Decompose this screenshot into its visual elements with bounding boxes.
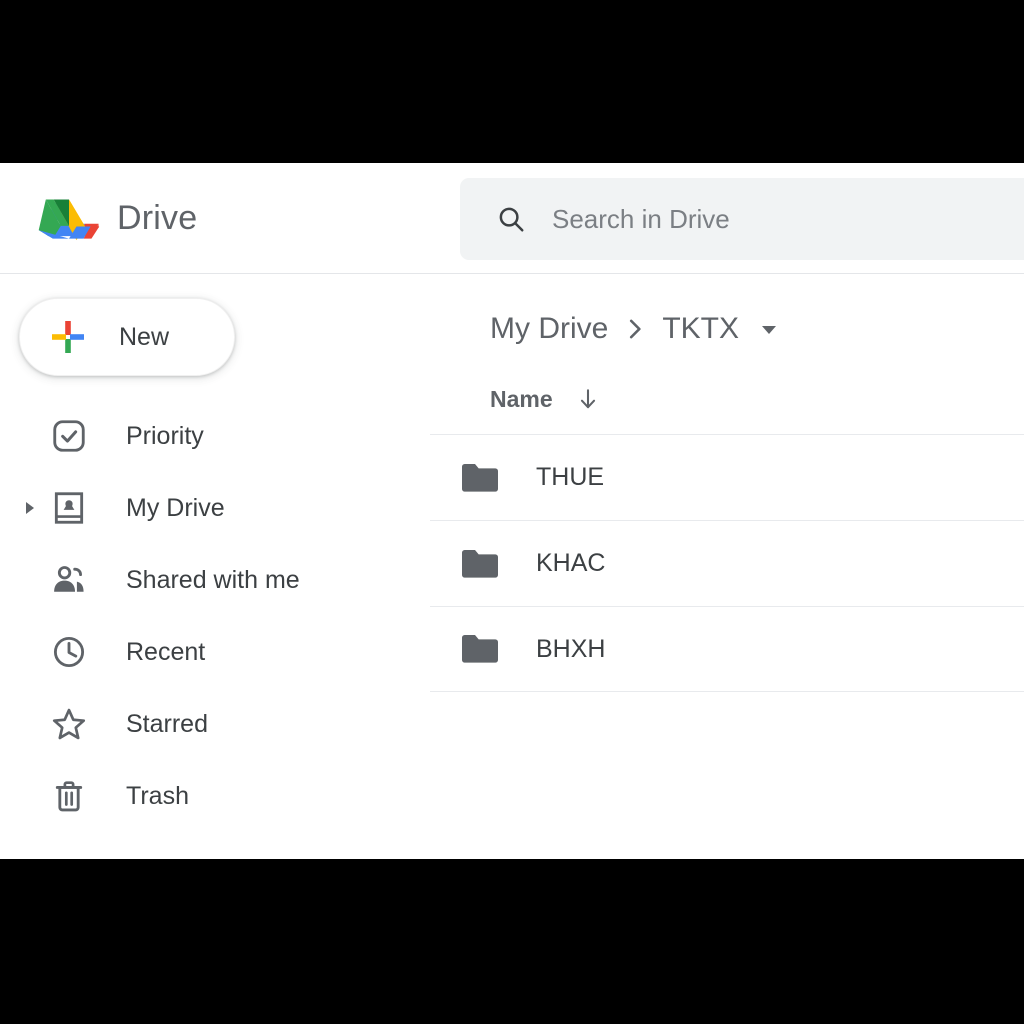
trash-icon <box>55 781 83 812</box>
chevron-right-icon[interactable] <box>22 500 38 516</box>
sidebar-item-label: Priority <box>126 421 204 450</box>
my-drive-icon <box>54 492 84 524</box>
folder-icon <box>462 549 498 578</box>
sidebar-item-recent[interactable]: Recent <box>0 616 430 688</box>
search-bar[interactable] <box>460 178 1024 260</box>
sidebar-item-shared-with-me[interactable]: Shared with me <box>0 544 430 616</box>
sidebar-item-label: Shared with me <box>126 565 300 594</box>
star-icon <box>52 708 86 740</box>
sidebar-item-trash[interactable]: Trash <box>0 760 430 832</box>
brand-area: Drive <box>0 163 430 273</box>
file-name: THUE <box>536 463 605 491</box>
sidebar-item-starred[interactable]: Starred <box>0 688 430 760</box>
table-row[interactable]: KHAC <box>430 520 1024 606</box>
screenshot-canvas: Drive New <box>0 0 1024 1024</box>
sidebar-item-priority[interactable]: Priority <box>0 400 430 472</box>
sidebar-nav-list: Priority My Drive Shared with me Recent … <box>0 400 430 832</box>
column-header-name[interactable]: Name <box>490 387 553 411</box>
google-drive-logo-icon <box>38 199 100 241</box>
people-icon <box>54 566 84 592</box>
breadcrumb-current[interactable]: TKTX <box>662 314 739 344</box>
table-row[interactable]: BHXH <box>430 606 1024 692</box>
sidebar-item-my-drive[interactable]: My Drive <box>0 472 430 544</box>
file-name: BHXH <box>536 634 606 663</box>
sidebar-item-label: Trash <box>126 781 189 810</box>
list-column-header: Name <box>430 364 1024 434</box>
new-button-label: New <box>119 322 170 351</box>
chevron-right-icon <box>630 319 641 339</box>
file-list: THUE KHAC BHXH <box>430 434 1024 692</box>
clock-icon <box>53 636 85 668</box>
folder-icon <box>462 463 498 492</box>
sidebar: New Priority My Drive Shared with me Rec… <box>0 274 430 859</box>
folder-icon <box>462 635 498 663</box>
table-row[interactable]: THUE <box>430 434 1024 520</box>
main-content: My Drive TKTX Name THUE KHAC BHXH <box>430 274 1024 859</box>
plus-icon <box>52 321 84 353</box>
google-drive-app: Drive New <box>0 163 1024 859</box>
sidebar-item-label: Starred <box>126 709 208 738</box>
breadcrumb-root[interactable]: My Drive <box>490 314 608 344</box>
breadcrumb: My Drive TKTX <box>490 299 781 359</box>
search-icon <box>499 207 524 232</box>
sidebar-item-label: Recent <box>126 637 206 666</box>
new-button[interactable]: New <box>19 298 235 376</box>
arrow-down-icon[interactable] <box>575 386 601 412</box>
app-header: Drive <box>0 163 1024 274</box>
search-input[interactable] <box>552 203 1024 235</box>
check-circle-icon <box>53 420 85 452</box>
file-name: KHAC <box>536 549 606 577</box>
caret-down-icon[interactable] <box>757 317 781 341</box>
sidebar-item-label: My Drive <box>126 493 225 522</box>
app-title: Drive <box>117 199 198 237</box>
